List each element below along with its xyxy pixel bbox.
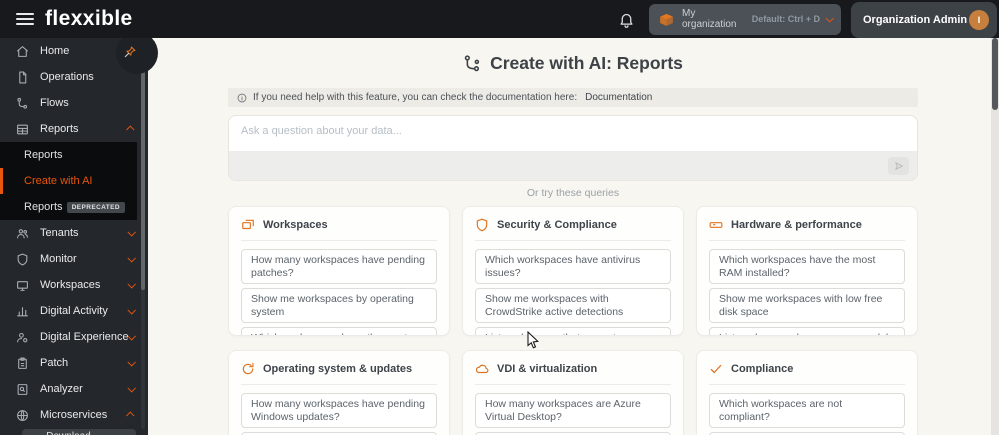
ask-question-footer xyxy=(229,151,917,180)
deprecated-badge: DEPRECATED xyxy=(66,201,125,213)
chevron-down-icon xyxy=(127,306,136,315)
chevron-down-icon xyxy=(825,14,834,23)
hamburger-menu-icon[interactable] xyxy=(16,10,34,28)
chevron-down-icon xyxy=(127,280,136,289)
suggested-query-button[interactable]: List workspaces by processor model xyxy=(709,327,905,335)
user-icon xyxy=(17,332,28,342)
suggested-query-button[interactable]: Which workspaces have the most RAM insta… xyxy=(709,249,905,285)
account-menu[interactable]: Organization Admin I xyxy=(851,1,997,38)
page-title: Create with AI: Reports xyxy=(228,52,918,74)
organization-shortcut-hint: Default: Ctrl + D xyxy=(751,14,820,24)
clipboard-icon xyxy=(18,357,27,369)
organization-selector[interactable]: My organization Default: Ctrl + D xyxy=(649,3,841,35)
card-security-compliance: Security & Compliance Which workspaces h… xyxy=(462,206,684,336)
card-os-updates: Operating system & updates How many work… xyxy=(228,350,450,435)
sidebar: Home Operations Flows Reports Reports Cr… xyxy=(0,38,148,435)
card-title: VDI & virtualization xyxy=(497,363,598,375)
table-icon xyxy=(17,124,28,134)
flow-icon xyxy=(17,97,28,109)
sidebar-item-monitor[interactable]: Monitor xyxy=(0,246,148,272)
suggestion-cards-grid: Workspaces How many workspaces have pend… xyxy=(228,206,918,435)
sidebar-item-tenants[interactable]: Tenants xyxy=(0,220,148,246)
user-role-label: Organization Admin xyxy=(863,13,968,26)
suggested-query-button[interactable]: How many workspaces are Azure Virtual De… xyxy=(475,393,671,429)
sidebar-scrollbar xyxy=(141,44,145,429)
analyzer-icon xyxy=(17,383,28,395)
monitor-icon xyxy=(17,280,28,291)
suggested-query-button[interactable]: Which workspaces have antivirus issues? xyxy=(475,249,671,285)
suggested-query-button[interactable]: Show me workspaces by operating system xyxy=(241,288,437,324)
sidebar-item-reports[interactable]: Reports xyxy=(0,116,148,142)
sidebar-pin-toggle[interactable] xyxy=(116,32,158,74)
reports-submenu: Reports Create with AI Reports DEPRECATE… xyxy=(0,142,137,220)
page-scrollbar-thumb[interactable] xyxy=(992,38,998,110)
card-vdi-virtualization: VDI & virtualization How many workspaces… xyxy=(462,350,684,435)
chevron-down-icon xyxy=(127,228,136,237)
documentation-link[interactable]: Documentation xyxy=(585,92,652,103)
info-text: If you need help with this feature, you … xyxy=(253,92,578,103)
avatar: I xyxy=(969,9,989,30)
notifications-bell-icon[interactable] xyxy=(618,11,635,28)
sidebar-item-workspaces[interactable]: Workspaces xyxy=(0,272,148,298)
page-scrollbar xyxy=(991,38,999,435)
suggested-query-button[interactable]: How many workspaces have pending patches… xyxy=(241,249,437,285)
globe-icon xyxy=(17,409,28,421)
pin-icon xyxy=(124,46,136,58)
ask-question-input[interactable] xyxy=(229,116,917,151)
suggested-query-button[interactable]: Show me workspaces with CrowdStrike acti… xyxy=(475,288,671,324)
sidebar-item-flows[interactable]: Flows xyxy=(0,90,148,116)
chevron-down-icon xyxy=(127,384,136,393)
send-button[interactable] xyxy=(888,156,909,175)
info-icon xyxy=(237,93,247,102)
card-title: Workspaces xyxy=(263,219,328,231)
submenu-item-download-flexxagent[interactable]: Download FlexxAgent xyxy=(22,429,136,435)
submenu-item-reports-deprecated[interactable]: Reports DEPRECATED xyxy=(0,194,137,220)
main-content: Create with AI: Reports If you need help… xyxy=(148,38,991,435)
sidebar-item-digital-experience[interactable]: Digital Experience xyxy=(0,324,148,350)
ask-question-box xyxy=(228,115,918,181)
refresh-icon xyxy=(242,362,254,375)
people-icon xyxy=(17,228,28,238)
card-title: Hardware & performance xyxy=(731,219,862,231)
top-bar: flexxible My organization Default: Ctrl … xyxy=(0,0,999,38)
card-workspaces: Workspaces How many workspaces have pend… xyxy=(228,206,450,336)
suggested-query-button[interactable]: Show me workspaces with low free disk sp… xyxy=(709,288,905,324)
windows-icon xyxy=(242,219,254,230)
sidebar-item-patch[interactable]: Patch xyxy=(0,350,148,376)
shield-icon xyxy=(17,253,28,265)
card-title: Operating system & updates xyxy=(263,363,413,375)
package-icon xyxy=(660,13,673,26)
suggested-query-button[interactable]: Which workspaces are not compliant? xyxy=(709,393,905,429)
bar-chart-icon xyxy=(17,306,28,316)
suggested-query-button[interactable]: Which workspaces have the most RAM insta… xyxy=(241,327,437,335)
send-icon xyxy=(894,161,903,170)
sidebar-item-microservices[interactable]: Microservices xyxy=(0,402,148,428)
flexxible-logo[interactable]: flexxible xyxy=(45,7,133,31)
suggestions-label: Or try these queries xyxy=(526,187,620,199)
check-icon xyxy=(710,364,722,374)
home-icon xyxy=(17,45,28,57)
sidebar-item-analyzer[interactable]: Analyzer xyxy=(0,376,148,402)
card-compliance: Compliance Which workspaces are not comp… xyxy=(696,350,918,435)
shield-icon xyxy=(476,218,488,232)
chevron-down-icon xyxy=(127,332,136,341)
ram-icon xyxy=(709,222,723,228)
document-icon xyxy=(19,71,27,83)
card-hardware-performance: Hardware & performance Which workspaces … xyxy=(696,206,918,336)
info-banner: If you need help with this feature, you … xyxy=(228,88,918,107)
suggested-query-button[interactable]: List workspaces that are not encrypted xyxy=(475,327,671,335)
submenu-item-create-with-ai[interactable]: Create with AI xyxy=(0,168,137,194)
submenu-item-reports[interactable]: Reports xyxy=(0,142,137,168)
sidebar-item-digital-activity[interactable]: Digital Activity xyxy=(0,298,148,324)
card-title: Security & Compliance xyxy=(497,219,617,231)
sidebar-scrollbar-thumb[interactable] xyxy=(141,46,145,290)
cloud-icon xyxy=(475,364,489,374)
suggested-query-button[interactable]: How many workspaces have pending Windows… xyxy=(241,393,437,429)
chevron-down-icon xyxy=(127,358,136,367)
ai-flow-icon xyxy=(464,54,480,71)
chevron-down-icon xyxy=(127,254,136,263)
card-title: Compliance xyxy=(731,363,794,375)
mouse-cursor xyxy=(527,331,540,349)
organization-name: My organization xyxy=(682,8,737,30)
